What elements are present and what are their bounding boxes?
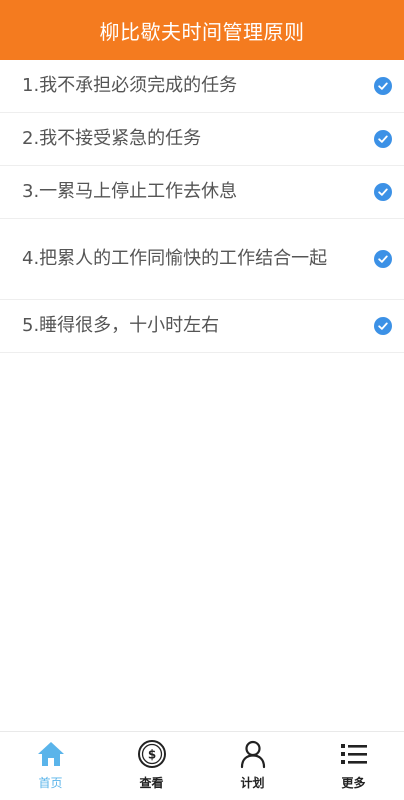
list-item[interactable]: 5.睡得很多，十小时左右 xyxy=(0,300,404,353)
svg-text:$: $ xyxy=(147,748,155,762)
page-title: 柳比歇夫时间管理原则 xyxy=(99,19,305,44)
check-circle-icon[interactable] xyxy=(374,77,392,95)
list-item[interactable]: 1.我不承担必须完成的任务 xyxy=(0,60,404,113)
list-icon xyxy=(338,738,370,770)
tab-home[interactable]: 首页 xyxy=(0,732,101,800)
tab-plan[interactable]: 计划 xyxy=(202,732,303,800)
list-item[interactable]: 2.我不接受紧急的任务 xyxy=(0,113,404,166)
list-item-text: 4.把累人的工作同愉快的工作结合一起 xyxy=(22,248,328,269)
person-icon xyxy=(237,738,269,770)
header-bar: 柳比歇夫时间管理原则 xyxy=(0,0,404,60)
principle-list: 1.我不承担必须完成的任务 2.我不接受紧急的任务 3.一累马上停止工作去休息 … xyxy=(0,60,404,353)
tab-label: 计划 xyxy=(240,776,265,790)
bottom-tab-bar: 首页 $ 查看 计划 更多 xyxy=(0,731,404,800)
dollar-coin-icon: $ xyxy=(136,738,168,770)
app-screen: 柳比歇夫时间管理原则 1.我不承担必须完成的任务 2.我不接受紧急的任务 3.一… xyxy=(0,0,404,800)
check-circle-icon[interactable] xyxy=(374,317,392,335)
list-item-text: 5.睡得很多，十小时左右 xyxy=(22,315,220,336)
tab-label: 查看 xyxy=(139,776,164,790)
list-item-text: 1.我不承担必须完成的任务 xyxy=(22,75,238,96)
check-circle-icon[interactable] xyxy=(374,250,392,268)
tab-label: 更多 xyxy=(341,776,366,790)
tab-label: 首页 xyxy=(38,776,63,790)
home-icon xyxy=(35,738,67,770)
list-item[interactable]: 4.把累人的工作同愉快的工作结合一起 xyxy=(0,219,404,300)
list-item[interactable]: 3.一累马上停止工作去休息 xyxy=(0,166,404,219)
list-item-text: 3.一累马上停止工作去休息 xyxy=(22,181,238,202)
check-circle-icon[interactable] xyxy=(374,183,392,201)
tab-view[interactable]: $ 查看 xyxy=(101,732,202,800)
check-circle-icon[interactable] xyxy=(374,130,392,148)
list-item-text: 2.我不接受紧急的任务 xyxy=(22,128,202,149)
tab-more[interactable]: 更多 xyxy=(303,732,404,800)
